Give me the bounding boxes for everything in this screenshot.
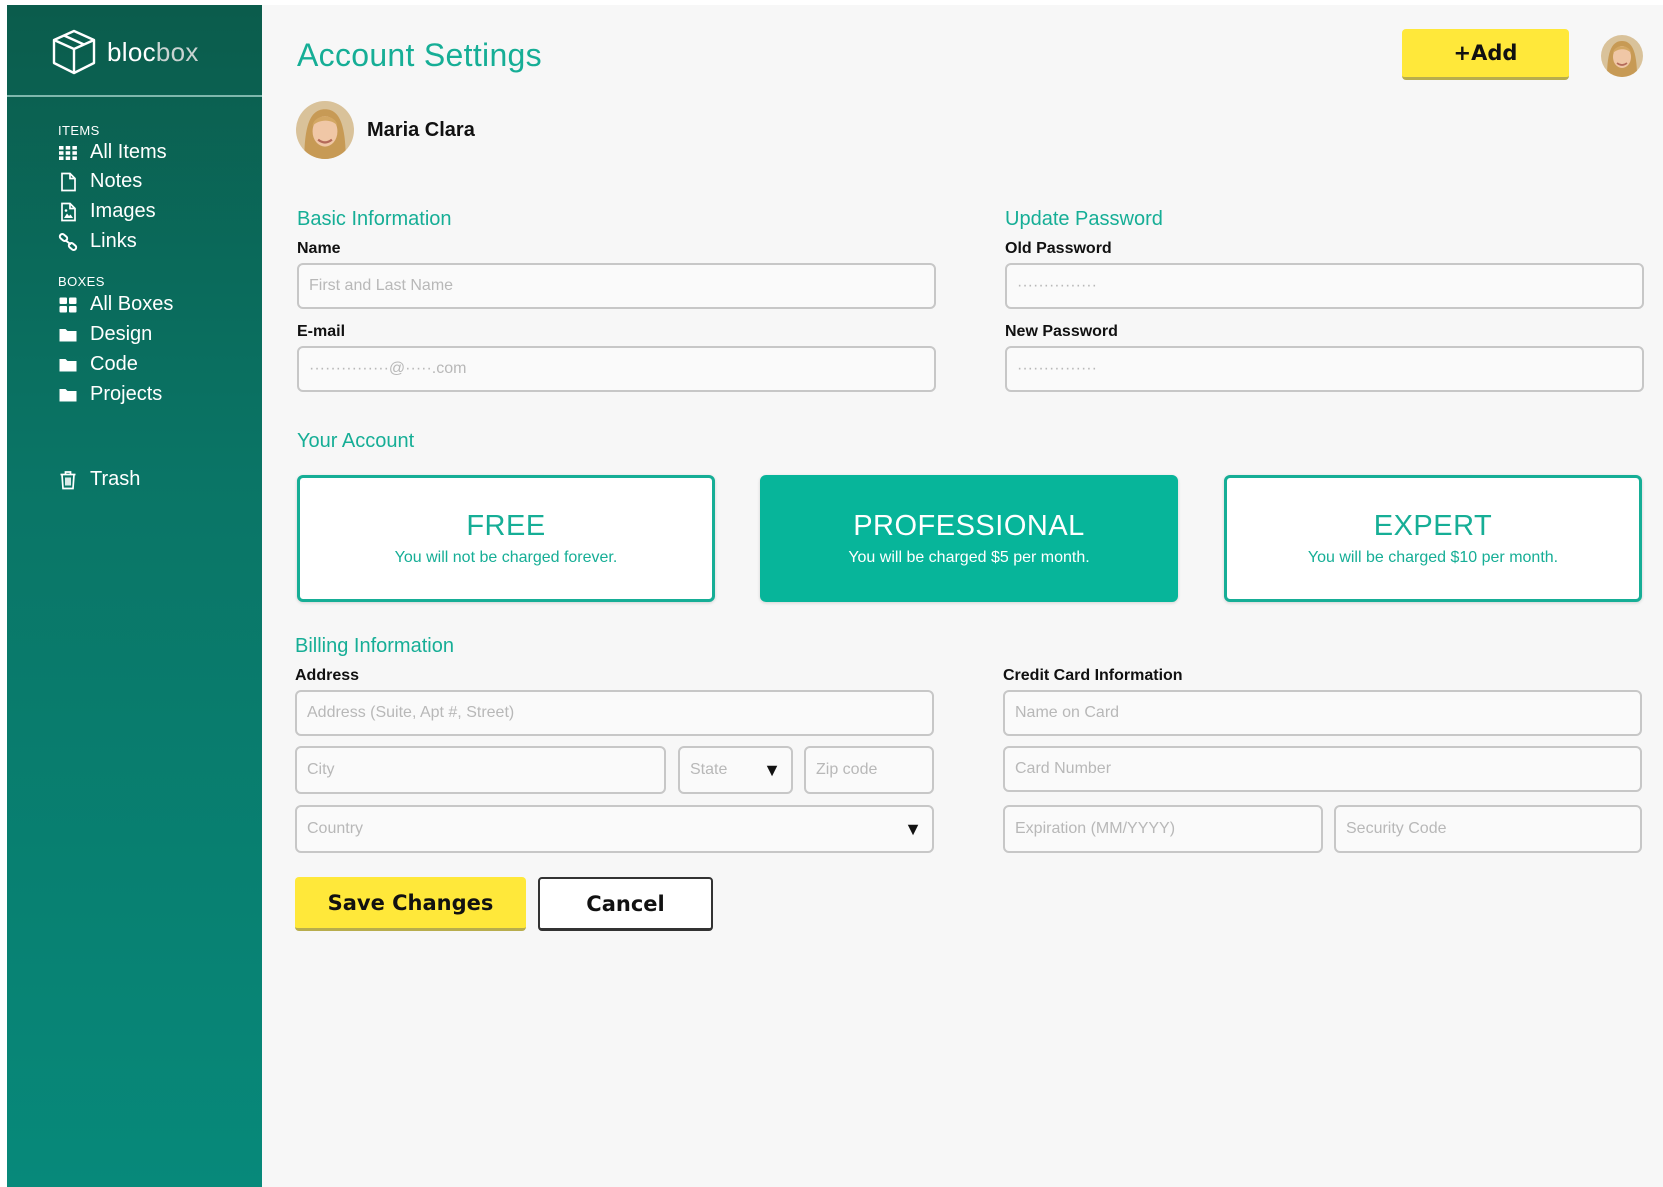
brand-name: blocbox (107, 37, 199, 68)
sidebar-item-label: All Items (90, 141, 167, 163)
user-avatar[interactable] (1601, 35, 1643, 77)
caret-down-icon: ▼ (763, 759, 781, 780)
brand-name-part2: box (155, 36, 199, 67)
email-label: E-mail (297, 323, 346, 340)
country-select-value: Country (307, 820, 364, 837)
sidebar-item-label: Images (90, 200, 156, 222)
city-field[interactable] (295, 746, 666, 794)
note-icon (61, 172, 76, 191)
name-on-card-field[interactable] (1003, 690, 1642, 736)
folder-icon (59, 328, 77, 341)
sidebar-item-label: Design (90, 323, 153, 345)
cancel-button[interactable]: Cancel (538, 877, 713, 931)
plan-description: You will be charged $10 per month. (1307, 549, 1559, 566)
link-icon (58, 232, 78, 251)
sidebar-item-label: Projects (90, 383, 163, 405)
brand-name-part1: bloc (107, 36, 156, 67)
boxes-icon (59, 297, 77, 312)
plan-free[interactable]: FREE You will not be charged forever. (297, 475, 715, 602)
sidebar-divider (7, 95, 262, 97)
your-account-heading: Your Account (297, 430, 415, 452)
sidebar-item-code[interactable]: Code (58, 353, 138, 376)
basic-information-heading: Basic Information (297, 208, 452, 230)
boxes-section-label: BOXES (58, 274, 105, 289)
plan-name: EXPERT (1373, 510, 1493, 542)
sidebar-item-label: Trash (90, 468, 141, 490)
sidebar: blocbox ITEMS All Items Notes Images Lin… (7, 5, 262, 1187)
user-avatar-image (1601, 35, 1643, 77)
profile-name: Maria Clara (367, 119, 475, 141)
folder-icon (59, 388, 77, 401)
plan-description: You will be charged $5 per month. (848, 549, 1090, 566)
name-field[interactable] (297, 263, 936, 309)
state-select-value: State (690, 761, 728, 778)
name-label: Name (297, 240, 341, 257)
plan-name: FREE (466, 510, 546, 542)
add-button[interactable]: +Add (1402, 29, 1569, 80)
caret-down-icon: ▼ (904, 818, 922, 839)
sidebar-item-links[interactable]: Links (58, 230, 137, 253)
update-password-heading: Update Password (1005, 208, 1163, 230)
sidebar-item-label: Notes (90, 170, 143, 192)
sidebar-item-label: Code (90, 353, 138, 375)
sidebar-item-all-items[interactable]: All Items (58, 141, 167, 164)
profile-avatar-image (296, 101, 354, 159)
sidebar-item-label: Links (90, 230, 137, 252)
sidebar-item-label: All Boxes (90, 293, 174, 315)
new-password-field[interactable] (1005, 346, 1644, 392)
plan-name: PROFESSIONAL (853, 510, 1085, 542)
expiration-field[interactable] (1003, 805, 1323, 853)
credit-card-label: Credit Card Information (1003, 667, 1183, 684)
items-section-label: ITEMS (58, 123, 100, 138)
sidebar-item-all-boxes[interactable]: All Boxes (58, 293, 173, 316)
plan-professional[interactable]: PROFESSIONAL You will be charged $5 per … (760, 475, 1178, 602)
card-number-field[interactable] (1003, 746, 1642, 792)
trash-icon (60, 470, 76, 489)
new-password-label: New Password (1005, 323, 1118, 340)
zip-code-field[interactable] (804, 746, 934, 794)
page-title: Account Settings (297, 37, 542, 73)
email-field[interactable] (297, 346, 936, 392)
folder-icon (59, 358, 77, 371)
profile-avatar (296, 101, 354, 159)
security-code-field[interactable] (1334, 805, 1642, 853)
save-changes-button[interactable]: Save Changes (295, 877, 526, 931)
address-field[interactable] (295, 690, 934, 736)
sidebar-item-notes[interactable]: Notes (58, 170, 142, 193)
image-icon (61, 202, 76, 221)
app-window: blocbox ITEMS All Items Notes Images Lin… (7, 5, 1663, 1187)
address-label: Address (295, 667, 360, 684)
plan-description: You will not be charged forever. (394, 549, 618, 566)
sidebar-item-trash[interactable]: Trash (58, 468, 140, 491)
sidebar-item-images[interactable]: Images (58, 200, 156, 223)
brand[interactable]: blocbox (49, 27, 199, 77)
sidebar-item-design[interactable]: Design (58, 323, 152, 346)
plan-expert[interactable]: EXPERT You will be charged $10 per month… (1224, 475, 1642, 602)
old-password-field[interactable] (1005, 263, 1644, 309)
country-select[interactable]: Country ▼ (295, 805, 934, 853)
cube-logo-icon (52, 29, 96, 75)
grid-icon (59, 145, 77, 160)
old-password-label: Old Password (1005, 240, 1112, 257)
sidebar-item-projects[interactable]: Projects (58, 383, 162, 406)
billing-information-heading: Billing Information (295, 635, 454, 657)
state-select[interactable]: State ▼ (678, 746, 793, 794)
